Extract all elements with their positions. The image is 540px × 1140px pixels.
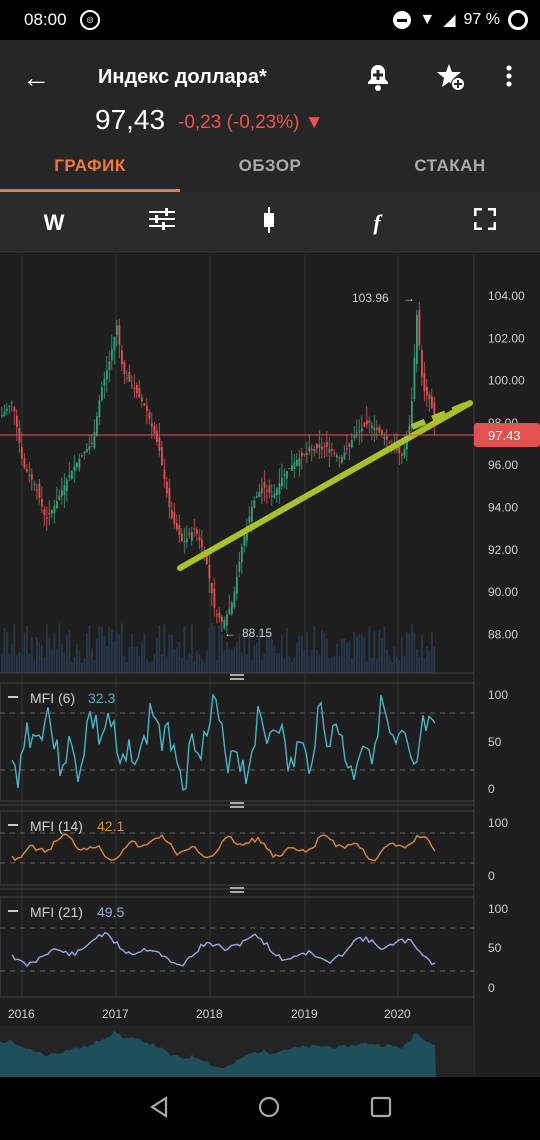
page-title: Индекс доллара* [98,66,267,88]
mfi-6-line [11,692,436,792]
status-time: 08:00 [24,10,67,29]
battery-icon [508,10,528,30]
axis-label: 0 [488,869,495,883]
high-arrow-icon: → [403,291,415,305]
status-bar: 08:00 ◎ ▼ ◢ 97 % [0,0,540,40]
mfi-21-line [11,931,436,968]
collapse-icon[interactable] [8,824,18,826]
candlestick-chart-icon[interactable] [252,206,286,240]
year-label: 2020 [384,1007,411,1021]
indicator-value: 49.5 [97,904,124,920]
price-panel[interactable]: 104.00102.00100.0098.0096.0094.0092.0090… [0,255,540,1077]
resize-handle-3[interactable] [230,887,244,893]
nav-back-icon[interactable] [147,1095,175,1123]
vertical-gridlines [21,255,399,997]
signal-icon: ◢ [443,12,456,29]
trendline-extension [410,400,472,430]
notification-icon: ◎ [80,10,100,30]
mfi-14-line [11,833,436,862]
chart-svg[interactable]: 104.00102.00100.0098.0096.0094.0092.0090… [0,255,540,1077]
battery-text: 97 % [463,11,500,28]
volume-bars [1,623,436,673]
low-arrow-icon: ← [224,626,236,640]
nav-home-icon[interactable] [257,1095,285,1123]
indicator-name: MFI (6) [30,690,75,706]
indicator-name: MFI (21) [30,904,83,920]
price-axis-label: 104.00 [488,289,525,303]
year-label: 2018 [196,1007,223,1021]
tab-bar: ГРАФИК ОБЗОР СТАКАН [0,142,540,192]
back-arrow-icon[interactable]: ← [22,62,50,94]
add-alert-bell-icon[interactable] [364,62,392,99]
more-menu-icon[interactable] [504,62,514,97]
axis-label: 50 [488,941,502,955]
fullscreen-icon[interactable] [468,206,502,240]
price-axis-label: 94.00 [488,501,518,515]
high-price-label: 103.96 [352,291,389,305]
wifi-icon: ▼ [419,11,436,28]
indicator-value: 32.3 [88,690,115,706]
add-favorite-star-icon[interactable] [436,62,466,99]
indicator-value: 42.1 [97,818,124,834]
year-label: 2017 [102,1007,129,1021]
price-axis-label: 88.00 [488,627,518,641]
price-axis-label: 96.00 [488,458,518,472]
mfi-6-panel[interactable]: MFI (6) 32.3 100 50 0 [0,682,508,802]
price-axis: 104.00102.00100.0098.0096.0094.0092.0090… [488,289,525,641]
current-price: 97,43 [95,104,166,135]
nav-recents-icon[interactable] [369,1095,397,1123]
current-price-tag-label: 97.43 [488,428,521,443]
year-label: 2019 [291,1007,318,1021]
year-label: 2016 [8,1007,35,1021]
indicator-name: MFI (14) [30,818,83,834]
axis-label: 50 [488,735,502,749]
interval-button[interactable]: W [37,206,71,240]
do-not-disturb-icon [393,11,412,29]
tab-orderbook[interactable]: СТАКАН [360,142,540,190]
indicator-settings-icon[interactable] [145,206,179,240]
chart-area[interactable]: 104.00 102.00 100.00 98.00 96.00 94.00 92.00 90… [0,255,540,1077]
tab-overview[interactable]: ОБЗОР [180,142,360,190]
price-axis-label: 100.00 [488,374,525,388]
tab-chart[interactable]: ГРАФИК [0,142,180,190]
function-button[interactable]: f [360,206,394,240]
system-nav-bar [0,1077,540,1140]
mfi-14-panel[interactable]: MFI (14) 42.1 100 0 [0,810,508,886]
chart-toolbar: W f [0,192,540,254]
price-axis-label: 90.00 [488,585,518,599]
price-change: -0,23 (-0,23%) ▼ [178,112,324,133]
collapse-icon[interactable] [8,910,18,912]
axis-label: 0 [488,981,495,995]
axis-label: 100 [488,816,508,830]
candlesticks [1,301,436,634]
mfi-21-panel[interactable]: MFI (21) 49.5 100 50 0 [0,896,508,998]
collapse-icon[interactable] [8,696,18,698]
axis-label: 100 [488,688,508,702]
axis-label: 100 [488,902,508,916]
trendline[interactable] [177,400,473,571]
time-axis: 2016 2017 2018 2019 2020 [8,1007,411,1021]
resize-handle-1[interactable] [230,674,244,680]
axis-label: 0 [488,782,495,796]
price-axis-label: 92.00 [488,543,518,557]
price-axis-label: 102.00 [488,331,525,345]
low-price-label: 88.15 [242,626,272,640]
